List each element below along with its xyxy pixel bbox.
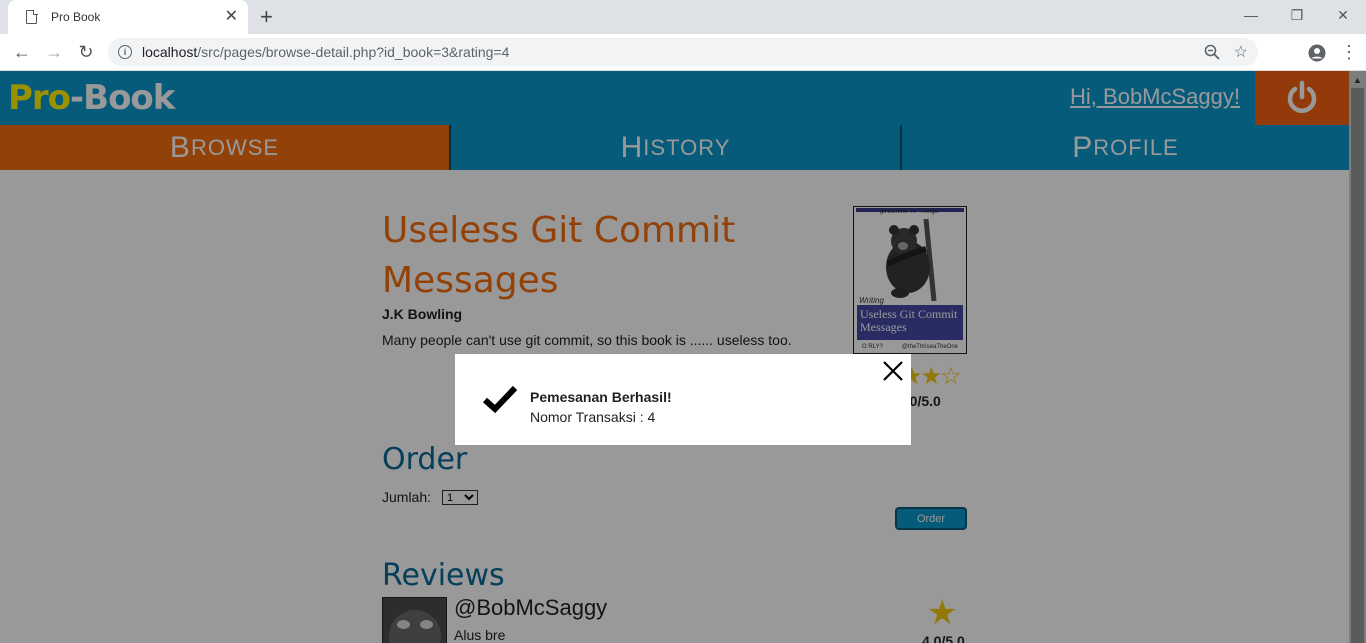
url-path: /src/pages/browse-detail.php?id_book=3&r… (197, 44, 510, 60)
back-arrow-icon[interactable]: ← (6, 36, 38, 68)
page-scrollbar[interactable]: ▲ (1349, 71, 1366, 643)
order-success-dialog: Pemesanan Berhasil! Nomor Transaksi : 4 (455, 354, 911, 445)
page-viewport: Pro-Book Hi, BobMcSaggy! B ROWSE H ISTORY … (0, 71, 1349, 643)
account-icon[interactable] (1308, 44, 1326, 62)
minimize-icon[interactable]: — (1228, 0, 1274, 30)
restore-icon[interactable]: ❐ (1274, 0, 1320, 30)
dialog-title: Pemesanan Berhasil! (530, 389, 672, 405)
info-icon[interactable]: i (118, 45, 132, 59)
address-bar[interactable]: i localhost/src/pages/browse-detail.php?… (108, 38, 1258, 66)
new-tab-button[interactable]: + (260, 5, 273, 29)
checkmark-icon (483, 385, 517, 414)
browser-tab-strip: Pro Book ✕ + — ❐ ✕ (0, 0, 1366, 34)
window-close-icon[interactable]: ✕ (1320, 0, 1366, 30)
menu-icon[interactable]: ⋮ (1340, 42, 1358, 63)
reload-icon[interactable]: ↻ (70, 36, 102, 68)
tab-close-icon[interactable]: ✕ (225, 9, 238, 25)
bookmark-star-icon[interactable]: ☆ (1234, 42, 1248, 62)
scrollbar-thumb[interactable] (1351, 88, 1364, 643)
document-icon (26, 9, 38, 24)
url-host: localhost (142, 44, 198, 60)
dialog-transaction-number: Nomor Transaksi : 4 (530, 409, 656, 425)
browser-toolbar: ← → ↻ i localhost/src/pages/browse-detai… (0, 34, 1366, 71)
window-controls: — ❐ ✕ (1228, 0, 1366, 30)
close-icon[interactable] (882, 360, 904, 382)
zoom-icon[interactable] (1204, 44, 1220, 60)
scroll-up-arrow-icon[interactable]: ▲ (1349, 71, 1366, 88)
browser-tab[interactable]: Pro Book ✕ (8, 0, 248, 34)
tab-title: Pro Book (51, 10, 101, 24)
forward-arrow-icon[interactable]: → (38, 36, 70, 68)
